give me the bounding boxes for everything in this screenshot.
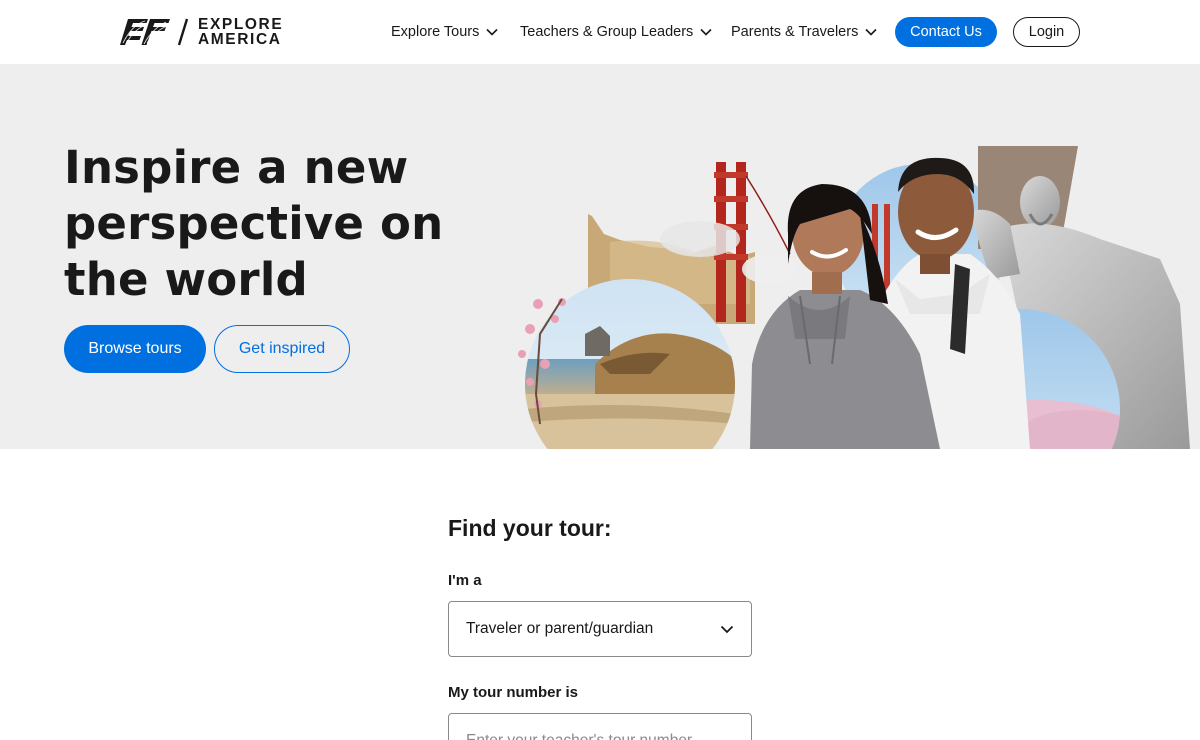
browse-tours-button[interactable]: Browse tours <box>64 325 206 373</box>
ef-logo-icon <box>120 19 170 45</box>
site-header: EXPLORE AMERICA Explore Tours Teachers &… <box>0 0 1200 64</box>
ef-explore-america-logo[interactable]: EXPLORE AMERICA <box>120 17 283 47</box>
nav-parents-label: Parents & Travelers <box>731 24 859 40</box>
tour-number-input[interactable] <box>448 713 752 740</box>
logo-line-1: EXPLORE <box>198 16 284 33</box>
nav-teachers-group-leaders[interactable]: Teachers & Group Leaders <box>520 0 712 64</box>
chevron-down-icon <box>486 28 498 36</box>
find-your-tour-heading: Find your tour: <box>448 515 612 541</box>
hero-collage-image <box>518 146 1190 449</box>
hero-title: Inspire a new perspective on the world <box>64 141 444 306</box>
nav-parents-travelers[interactable]: Parents & Travelers <box>731 0 877 64</box>
role-select[interactable]: Traveler or parent/guardian <box>448 601 752 657</box>
nav-explore-tours-label: Explore Tours <box>391 24 480 40</box>
logo-divider <box>177 18 189 46</box>
contact-us-button[interactable]: Contact Us <box>895 17 997 47</box>
logo-wordmark: EXPLORE AMERICA <box>198 16 284 48</box>
role-select-value: Traveler or parent/guardian <box>466 620 654 637</box>
login-button[interactable]: Login <box>1013 17 1080 47</box>
get-inspired-button[interactable]: Get inspired <box>214 325 350 373</box>
hero-banner: Inspire a new perspective on the world B… <box>0 64 1200 449</box>
nav-explore-tours[interactable]: Explore Tours <box>391 0 498 64</box>
chevron-down-icon <box>720 625 734 634</box>
nav-teachers-label: Teachers & Group Leaders <box>520 24 694 40</box>
tour-number-label: My tour number is <box>448 684 579 701</box>
chevron-down-icon <box>700 28 712 36</box>
chevron-down-icon <box>865 28 877 36</box>
logo-line-2: AMERICA <box>198 31 282 48</box>
role-label: I'm a <box>448 572 482 589</box>
